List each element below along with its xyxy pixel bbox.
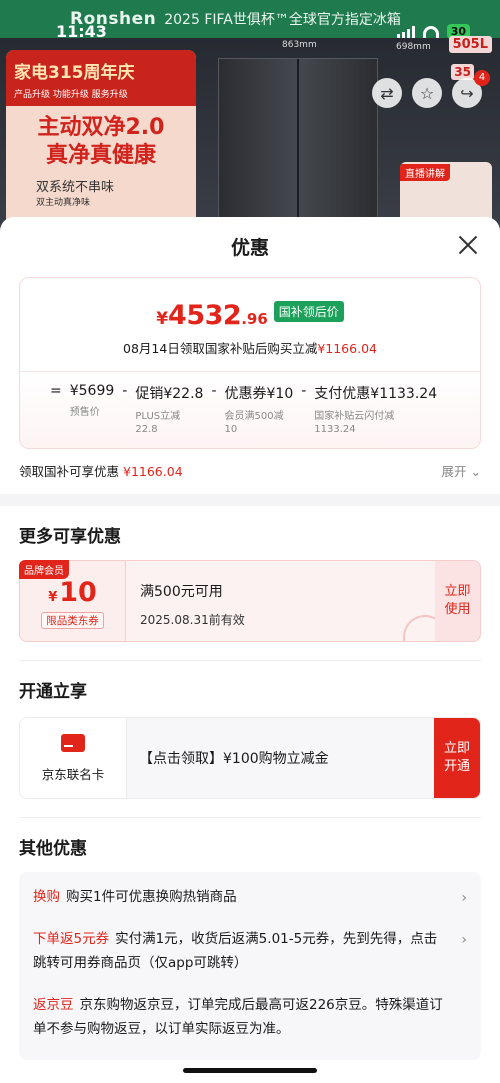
card-info: 京东联名卡 [20, 718, 127, 798]
formula-sub: 国家补贴云闪付减 1133.24 [314, 411, 395, 435]
formula-item-presale: ¥5699 预售价 [70, 383, 115, 436]
formula-main: 支付优惠¥1133.24 [314, 386, 438, 402]
divider [19, 660, 481, 661]
price-note-text: 08月14日领取国家补贴后购买立减 [123, 341, 318, 356]
promo-tags: 产品升级 功能升级 服务升级 [6, 87, 196, 106]
formula-item-promo: 促销¥22.8 PLUS立减 22.8 [135, 383, 203, 436]
product-page-background: Ronshen 2025 FIFA世俱杯™全球官方指定冰箱 11:43 30 家… [0, 0, 500, 240]
capacity-badge: 505L [448, 36, 492, 53]
sheet-header: 优惠 [0, 217, 500, 275]
promo-image: 家电315周年庆 产品升级 功能升级 服务升级 主动双净2.0 真净真健康 双系… [6, 50, 196, 240]
formula-minus: - [301, 383, 307, 399]
formula-sub: 会员满500减 10 [224, 411, 284, 435]
banner-text: 2025 FIFA世俱杯™全球官方指定冰箱 [164, 12, 401, 28]
price-note-amount: ¥1166.04 [317, 341, 377, 356]
formula-sub: PLUS立减 22.8 [135, 411, 181, 435]
coupon-details: 满500元可用 2025.08.31前有效 [126, 560, 435, 642]
coupon-badge: 品牌会员 [19, 560, 69, 579]
other-offers-list: 换购 购买1件可优惠换购热销商品 › 下单返5元券 实付满1元，收货后返满5.01-… [19, 872, 481, 1060]
coupon-condition: 满500元可用 [140, 584, 223, 600]
subsidy-text: 领取国补可享优惠 [19, 463, 120, 479]
promo-sub2: 双主动真净味 [36, 198, 91, 208]
use-coupon-button[interactable]: 立即使用 [435, 560, 481, 642]
other-offers-title: 其他优惠 [19, 839, 87, 859]
member-coupon: 品牌会员 ¥ 10 限品类东券 满500元可用 2025.08.31前有效 立即… [19, 560, 481, 642]
open-offers-title: 开通立享 [19, 682, 87, 702]
promo-title-top: 家电315周年庆 [6, 50, 196, 87]
formula-main: 促销¥22.8 [135, 386, 204, 402]
offer-text: 购买1件可优惠换购热销商品 [66, 889, 237, 905]
more-offers-title: 更多可享优惠 [19, 527, 121, 547]
price-note: 08月14日领取国家补贴后购买立减¥1166.04 [20, 338, 480, 357]
subsidy-amount: ¥1166.04 [123, 463, 183, 479]
formula-item-coupon: 优惠券¥10 会员满500减 10 [225, 383, 294, 436]
open-card-button[interactable]: 立即开通 [434, 718, 480, 798]
final-price: ¥ 4532 .96 国补领后价 [20, 278, 480, 331]
offer-row-jingdou: 返京豆 京东购物返京豆，订单完成后最高可返226京豆。特殊渠道订单不参与购物返豆，… [33, 984, 467, 1050]
subsidy-label: 领取国补可享优惠 ¥1166.04 [19, 461, 183, 480]
section-separator [0, 494, 500, 506]
formula-main: ¥5699 [69, 383, 115, 399]
divider [19, 817, 481, 818]
coupon-currency: ¥ [48, 590, 58, 605]
card-name: 京东联名卡 [41, 766, 105, 782]
home-indicator [183, 1068, 317, 1073]
cart-count-badge: 4 [474, 70, 490, 86]
compare-icon[interactable]: ⇄ [372, 78, 402, 108]
favorite-icon[interactable]: ☆ [412, 78, 442, 108]
sheet-title: 优惠 [230, 236, 269, 259]
promo-headline: 主动双净2.0 真净真健康 [37, 115, 165, 168]
status-time: 11:43 [56, 22, 107, 41]
formula-equals: = [50, 383, 62, 399]
chevron-right-icon: › [461, 932, 467, 948]
co-branded-card-offer: 京东联名卡 【点击领取】¥100购物立减金 立即开通 [19, 717, 481, 799]
formula-item-payment: 支付优惠¥1133.24 国家补贴云闪付减 1133.24 [314, 383, 437, 436]
price-type-badge: 国补领后价 [273, 301, 344, 322]
price-decimal: .96 [241, 310, 268, 328]
card-offer-text[interactable]: 【点击领取】¥100购物立减金 [127, 718, 434, 798]
product-action-icons: ⇄ ☆ ↪ [372, 78, 482, 108]
offer-tag: 返京豆 [33, 997, 74, 1013]
offer-row-exchange[interactable]: 换购 购买1件可优惠换购热销商品 › [33, 876, 467, 918]
coupon-validity: 2025.08.31前有效 [140, 613, 245, 627]
price-breakdown-card: ¥ 4532 .96 国补领后价 08月14日领取国家补贴后购买立减¥1166.… [19, 277, 481, 449]
offer-tag: 下单返5元券 [33, 931, 110, 947]
formula-sub: 预售价 [69, 407, 100, 418]
expand-button[interactable]: 展开 ⌄ [442, 461, 481, 480]
live-tag: 直播讲解 [400, 164, 450, 181]
close-icon[interactable] [458, 235, 478, 255]
coupon-amount: ¥ 10 [48, 577, 97, 608]
formula-minus: - [122, 383, 128, 399]
formula-minus: - [211, 383, 217, 399]
wifi-icon [422, 25, 439, 38]
fridge-depth-label: 698mm [396, 42, 431, 52]
card-icon [61, 733, 85, 752]
price-formula: = ¥5699 预售价 - 促销¥22.8 PLUS立减 22.8 - 优惠券¥… [20, 372, 480, 436]
offer-text: 京东购物返京豆，订单完成后最高可返226京豆。特殊渠道订单不参与购物返豆，以订单… [33, 997, 443, 1037]
price-integer: 4532 [168, 300, 242, 331]
coupon-scope: 限品类东券 [41, 612, 104, 629]
offer-row-return-coupon[interactable]: 下单返5元券 实付满1元，收货后返满5.01-5元券，先到先得，点击跳转可用券商品… [33, 918, 467, 984]
coupon-value: 品牌会员 ¥ 10 限品类东券 [19, 560, 126, 642]
coupon-amount-value: 10 [59, 577, 97, 608]
formula-main: 优惠券¥10 [224, 386, 294, 402]
discount-sheet: 优惠 ¥ 4532 .96 国补领后价 08月14日领取国家补贴后购买立减¥11… [0, 217, 500, 1083]
price-currency: ¥ [156, 309, 169, 329]
subsidy-row: 领取国补可享优惠 ¥1166.04 展开 ⌄ [19, 461, 481, 479]
offer-tag: 换购 [33, 889, 60, 905]
promo-sub: 双系统不串味 [36, 180, 115, 195]
fridge-image [218, 58, 378, 240]
fridge-width-label: 863mm [282, 40, 317, 50]
chevron-right-icon: › [461, 890, 467, 906]
signal-icon [396, 25, 415, 38]
